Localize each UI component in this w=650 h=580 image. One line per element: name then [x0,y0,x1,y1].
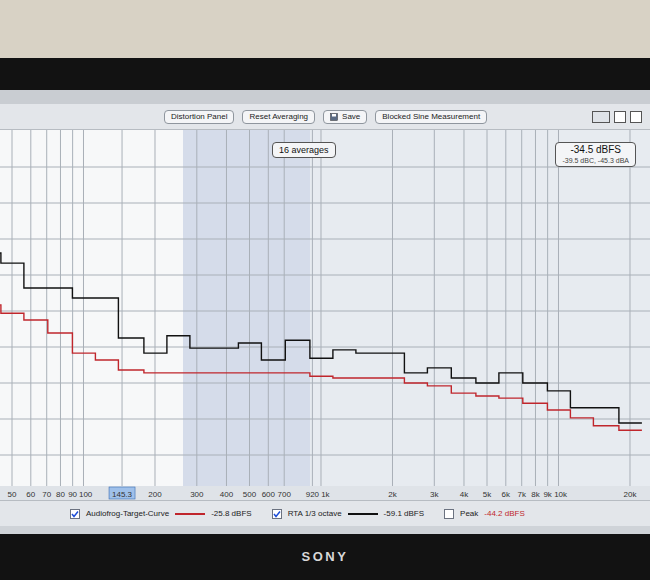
svg-text:5k: 5k [483,490,492,499]
window-icon[interactable] [592,111,610,123]
toolbar: Distortion Panel Reset Averaging Save Block… [0,104,650,130]
svg-text:700: 700 [278,490,292,499]
toolbar-button[interactable]: Distortion Panel [164,110,234,124]
save-icon [330,113,338,121]
screen: Distortion Panel Reset Averaging Save Block… [0,90,650,534]
x-tick: 90 [68,490,77,499]
x-tick: 8k [531,490,540,499]
x-tick: 2k [388,490,397,499]
title-bar [0,90,650,104]
svg-text:400: 400 [220,490,234,499]
legend-checkbox[interactable] [444,509,454,519]
x-tick: 10k [554,490,568,499]
svg-text:4k: 4k [460,490,469,499]
x-tick: 20k [624,490,638,499]
x-tick: 700 [278,490,292,499]
svg-text:2k: 2k [388,490,397,499]
toolbar-button[interactable]: Reset Averaging [242,110,315,124]
x-tick: 80 [56,490,65,499]
panel-icon[interactable] [630,111,642,123]
legend-item[interactable]: Peak-44.2 dBFS [444,508,525,520]
x-tick: 100 [79,490,93,499]
legend-swatch [175,513,205,515]
chart: 5060708090100145.32003004005006007009201… [0,130,650,500]
svg-text:3k: 3k [430,490,439,499]
x-tick: 7k [517,490,526,499]
x-tick: 1k [321,490,330,499]
legend-bar: Audiofrog-Target-Curve-25.8 dBFS RTA 1/3 … [0,500,650,526]
x-tick: 60 [26,490,35,499]
x-tick: 5k [483,490,492,499]
x-tick: 200 [148,490,162,499]
svg-text:70: 70 [42,490,51,499]
layout-icon[interactable] [614,111,626,123]
toolbar-button[interactable]: Blocked Sine Measurement [375,110,487,124]
legend-swatch [348,513,378,515]
svg-text:145.3: 145.3 [112,490,133,499]
svg-text:7k: 7k [517,490,526,499]
level-display: -34.5 dBFS-39.5 dBC, -45.3 dBA [555,142,636,167]
check-icon [71,510,79,518]
svg-text:9k: 9k [543,490,552,499]
svg-text:100: 100 [79,490,93,499]
monitor-bezel-top [0,58,650,90]
rta-chart: 5060708090100145.32003004005006007009201… [0,130,650,500]
wall [0,0,650,58]
x-tick: 600 [262,490,276,499]
svg-text:200: 200 [148,490,162,499]
x-tick: 500 [243,490,257,499]
svg-text:50: 50 [8,490,17,499]
x-tick[interactable]: 145.3 [109,487,135,499]
brand-logo: SONY [301,547,348,567]
monitor-bezel-bottom: SONY [0,534,650,580]
x-tick: 6k [502,490,511,499]
series-line [0,305,642,430]
legend-item[interactable]: RTA 1/3 octave-59.1 dBFS [272,508,424,520]
svg-text:300: 300 [190,490,204,499]
x-tick: 4k [460,490,469,499]
svg-text:6k: 6k [502,490,511,499]
legend-item[interactable]: Audiofrog-Target-Curve-25.8 dBFS [70,508,252,520]
photo: Distortion Panel Reset Averaging Save Block… [0,0,650,580]
series-line [0,253,642,423]
svg-text:20k: 20k [624,490,638,499]
svg-text:10k: 10k [554,490,568,499]
x-tick: 3k [430,490,439,499]
x-tick: 70 [42,490,51,499]
x-tick: 50 [8,490,17,499]
svg-text:600: 600 [262,490,276,499]
averages-badge: 16 averages [272,142,336,158]
legend-checkbox[interactable] [70,509,80,519]
toolbar-button[interactable]: Save [323,110,367,124]
x-tick: 920 [306,490,320,499]
x-tick: 300 [190,490,204,499]
legend-checkbox[interactable] [272,509,282,519]
svg-text:90: 90 [68,490,77,499]
check-icon [273,510,281,518]
svg-text:1k: 1k [321,490,330,499]
svg-text:60: 60 [26,490,35,499]
x-tick: 9k [543,490,552,499]
svg-text:8k: 8k [531,490,540,499]
svg-text:80: 80 [56,490,65,499]
svg-text:500: 500 [243,490,257,499]
x-tick: 400 [220,490,234,499]
svg-text:920: 920 [306,490,320,499]
